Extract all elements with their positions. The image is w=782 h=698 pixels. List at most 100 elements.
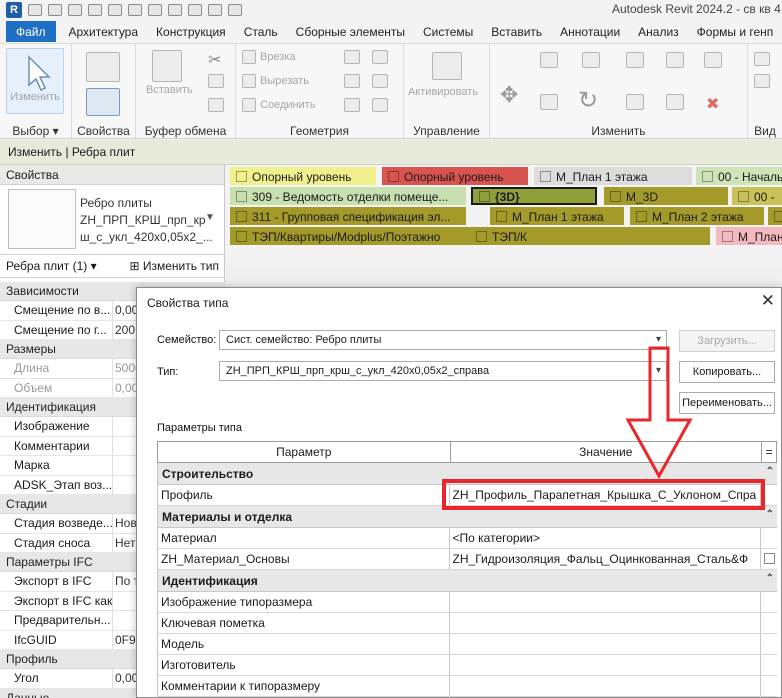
mirror-icon[interactable] — [626, 52, 644, 68]
align-icon[interactable] — [540, 52, 558, 68]
param-formula-cell[interactable] — [761, 634, 777, 654]
param-formula-cell[interactable] — [761, 613, 777, 633]
chevron-down-icon[interactable]: ▼ — [205, 212, 215, 223]
properties-icon[interactable] — [86, 52, 120, 82]
param-formula-cell[interactable] — [761, 549, 777, 569]
table-row[interactable]: Профиль ZH_Профиль_Парапетная_Крышка_С_Ук… — [157, 485, 777, 506]
table-row[interactable]: Комментарии к типоразмеру — [157, 676, 777, 697]
edit-type-button[interactable]: ⊞ Изменить тип — [129, 259, 219, 273]
close-hidden-icon[interactable] — [228, 4, 242, 16]
redo-icon[interactable] — [108, 4, 122, 16]
home-icon[interactable] — [188, 4, 202, 16]
rename-button[interactable]: Переименовать... — [679, 392, 775, 414]
undo-icon[interactable] — [88, 4, 102, 16]
param-formula-cell[interactable] — [761, 676, 777, 696]
view-tab[interactable]: 00 - Начальный — [696, 167, 782, 185]
view-tab[interactable]: 309 - Ведомость отделки помеще... — [230, 187, 466, 205]
geom-tool-5-icon[interactable] — [344, 98, 360, 112]
ribbon-tab-0[interactable]: Файл — [6, 21, 56, 42]
cut-icon[interactable]: ✂ — [208, 50, 221, 70]
param-formula-cell[interactable] — [761, 485, 777, 505]
param-formula-cell[interactable] — [761, 655, 777, 675]
revit-logo-icon[interactable]: R — [6, 2, 22, 18]
table-row[interactable]: Изготовитель — [157, 655, 777, 676]
param-value[interactable]: ZH_Гидроизоляция_Фальц_Оцинкованная_Стал… — [450, 549, 762, 569]
param-value[interactable] — [450, 592, 762, 612]
group-label-select[interactable]: Выбор ▾ — [0, 124, 71, 138]
save-icon[interactable] — [48, 4, 62, 16]
open-icon[interactable] — [28, 4, 42, 16]
delete-icon[interactable]: ✖ — [706, 94, 719, 114]
instance-filter[interactable]: Ребра плит (1) ▾ — [6, 259, 97, 273]
modify-button[interactable]: Изменить — [6, 48, 64, 114]
section-icon[interactable] — [208, 4, 222, 16]
ribbon-tab-6[interactable]: Вставить — [482, 20, 551, 43]
ribbon-tab-7[interactable]: Аннотации — [551, 20, 629, 43]
ribbon-tab-4[interactable]: Сборные элементы — [287, 20, 414, 43]
type-selector[interactable]: Ребро плиты ZH_ПРП_КРШ_прп_кр ш_с_укл_42… — [80, 195, 220, 246]
geom-tool-6-icon[interactable] — [372, 98, 388, 112]
close-icon[interactable]: ✕ — [761, 291, 775, 311]
param-value[interactable] — [450, 655, 762, 675]
table-row[interactable]: ZH_Материал_Основы ZH_Гидроизоляция_Фальц… — [157, 549, 777, 570]
copy-element-icon[interactable] — [540, 94, 558, 110]
ribbon-tab-9[interactable]: Формы и генп — [688, 20, 782, 43]
table-section[interactable]: Материалы и отделка ⌃ — [157, 506, 777, 528]
split-icon[interactable] — [666, 52, 684, 68]
checkbox[interactable] — [764, 553, 776, 564]
ribbon-tab-1[interactable]: Архитектура — [60, 20, 148, 43]
param-value[interactable] — [450, 634, 762, 654]
ribbon-tab-8[interactable]: Анализ — [629, 20, 688, 43]
col-value-header[interactable]: Значение — [451, 442, 763, 462]
paste-icon[interactable] — [152, 50, 182, 82]
table-row[interactable]: Материал <По категории> — [157, 528, 777, 549]
table-section[interactable]: Идентификация ⌃ — [157, 570, 777, 592]
trim-icon[interactable] — [626, 94, 644, 110]
param-formula-cell[interactable] — [761, 528, 777, 548]
param-value[interactable]: ZH_Профиль_Парапетная_Крышка_С_Уклоном_С… — [450, 485, 762, 505]
collapse-icon[interactable]: ⌃ — [766, 466, 774, 477]
offset-icon[interactable] — [582, 52, 600, 68]
view-tab[interactable]: Опорный уровень — [230, 167, 376, 185]
join-icon[interactable] — [242, 98, 256, 112]
array-icon[interactable] — [666, 94, 684, 110]
view-tab[interactable]: Опорный уровень — [382, 167, 528, 185]
view-tab[interactable]: 311 - Групповая спецификация эл... — [230, 207, 466, 225]
print-icon[interactable] — [128, 4, 142, 16]
pin-icon[interactable] — [704, 52, 722, 68]
copy-icon[interactable] — [208, 74, 224, 88]
geom-tool-2-icon[interactable] — [372, 50, 388, 64]
activate-icon[interactable] — [432, 52, 462, 80]
cope-icon[interactable] — [242, 50, 256, 64]
param-formula-cell[interactable] — [761, 592, 777, 612]
ribbon-tab-2[interactable]: Конструкция — [147, 20, 235, 43]
geom-tool-4-icon[interactable] — [372, 74, 388, 88]
param-value[interactable]: <По категории> — [450, 528, 762, 548]
type-select[interactable]: ZH_ПРП_КРШ_прп_крш_с_укл_420х0,05х2_спра… — [219, 361, 667, 381]
table-row[interactable]: Изображение типоразмера — [157, 592, 777, 613]
table-row[interactable]: Модель — [157, 634, 777, 655]
view-tool-2-icon[interactable] — [754, 74, 770, 88]
view-tab[interactable]: 00 - — [732, 187, 782, 205]
view-tab[interactable]: Помещения/Коммерция/Эскизны... — [768, 207, 782, 225]
view-tab[interactable]: ТЭП/К — [470, 227, 710, 245]
view-tab[interactable]: М_План 1 этажа — [490, 207, 624, 225]
table-section[interactable]: Строительство ⌃ — [157, 463, 777, 485]
geom-tool-3-icon[interactable] — [344, 74, 360, 88]
match-type-icon[interactable] — [208, 98, 224, 112]
col-param-header[interactable]: Параметр — [158, 442, 451, 462]
text-icon[interactable] — [168, 4, 182, 16]
load-button[interactable]: Загрузить... — [679, 330, 775, 352]
param-value[interactable] — [450, 613, 762, 633]
param-value[interactable] — [450, 676, 762, 696]
copy-button[interactable]: Копировать... — [679, 361, 775, 383]
family-select[interactable]: Сист. семейство: Ребро плиты ▾ — [219, 330, 667, 350]
view-tab[interactable]: ТЭП/Квартиры/Modplus/Поэтажно — [230, 227, 496, 245]
collapse-icon[interactable]: ⌃ — [766, 509, 774, 520]
view-tab[interactable]: М_План 1 этажа — [716, 227, 782, 245]
view-tab[interactable]: {3D} — [471, 187, 597, 205]
view-tab[interactable]: М_3D — [604, 187, 728, 205]
col-eq-header[interactable]: = — [762, 442, 776, 462]
rotate-icon[interactable]: ↻ — [578, 86, 598, 115]
collapse-icon[interactable]: ⌃ — [766, 573, 774, 584]
